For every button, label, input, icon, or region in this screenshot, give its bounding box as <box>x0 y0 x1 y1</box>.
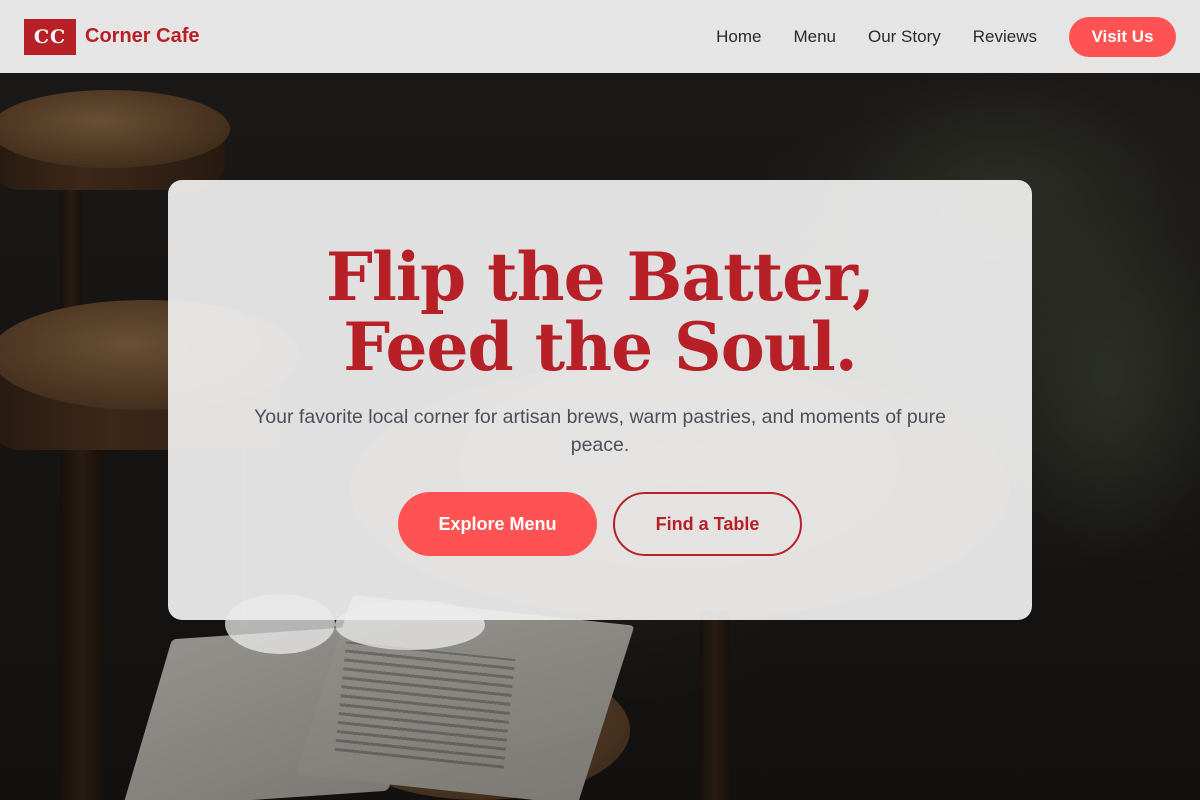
explore-menu-button[interactable]: Explore Menu <box>398 492 597 556</box>
main-nav: Home Menu Our Story Reviews Visit Us <box>716 16 1176 57</box>
hero-subtitle: Your favorite local corner for artisan b… <box>254 406 946 456</box>
hero-title-line-1: Flip the Batter, <box>325 238 875 316</box>
find-a-table-button[interactable]: Find a Table <box>613 492 802 556</box>
hero-card: Flip the Batter, Feed the Soul. Your fav… <box>168 180 1032 620</box>
hero-title-line-2: Feed the Soul. <box>343 308 858 386</box>
brand-logo-link[interactable]: CC Corner Cafe <box>24 18 200 55</box>
nav-link-menu[interactable]: Menu <box>793 27 836 47</box>
nav-link-our-story[interactable]: Our Story <box>868 27 941 47</box>
decorative-blob <box>335 600 485 650</box>
decorative-blob <box>225 594 335 654</box>
nav-link-reviews[interactable]: Reviews <box>973 27 1037 47</box>
site-header: CC Corner Cafe Home Menu Our Story Revie… <box>0 0 1200 73</box>
logo-mark: CC <box>24 18 76 55</box>
visit-us-button[interactable]: Visit Us <box>1069 16 1176 57</box>
nav-link-home[interactable]: Home <box>716 27 761 47</box>
hero-button-row: Explore Menu Find a Table <box>168 492 1032 556</box>
hero-title: Flip the Batter, Feed the Soul. <box>168 242 1032 382</box>
brand-name: Corner Cafe <box>85 25 200 47</box>
